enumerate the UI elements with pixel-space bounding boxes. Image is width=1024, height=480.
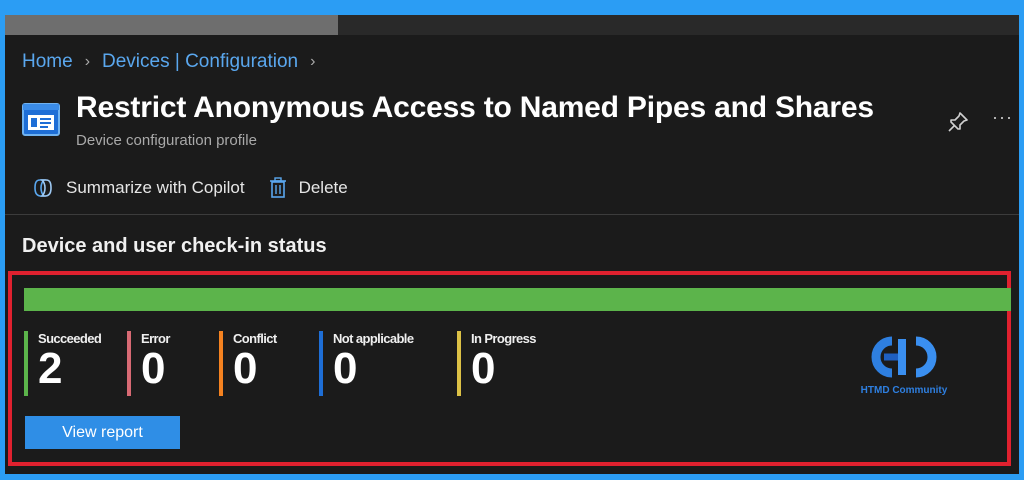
- status-stats: Succeeded 2 Error 0 Conflict 0 Not appli…: [24, 331, 567, 398]
- breadcrumb-devices-configuration[interactable]: Devices | Configuration: [102, 51, 298, 73]
- delete-label: Delete: [298, 178, 348, 197]
- page-subtitle: Device configuration profile: [76, 132, 257, 149]
- htmd-logo-icon: [871, 336, 937, 378]
- stat-error-color-bar: [127, 331, 131, 396]
- page-title: Restrict Anonymous Access to Named Pipes…: [76, 91, 874, 124]
- stat-conflict-color-bar: [219, 331, 223, 396]
- stat-error[interactable]: Error 0: [127, 331, 219, 398]
- stat-error-value: 0: [141, 344, 166, 393]
- stat-conflict[interactable]: Conflict 0: [219, 331, 319, 398]
- toolbar-divider: [5, 214, 1019, 215]
- summarize-copilot-button[interactable]: Summarize with Copilot: [32, 177, 245, 199]
- copilot-icon: [34, 179, 52, 197]
- delete-button[interactable]: Delete: [269, 177, 348, 199]
- stat-not-applicable-color-bar: [319, 331, 323, 396]
- status-progress-bar: [24, 288, 1011, 311]
- stat-succeeded-color-bar: [24, 331, 28, 396]
- stat-succeeded[interactable]: Succeeded 2: [24, 331, 127, 398]
- stat-not-applicable[interactable]: Not applicable 0: [319, 331, 457, 398]
- breadcrumb: Home › Devices | Configuration ›: [22, 51, 327, 73]
- stat-conflict-value: 0: [233, 344, 258, 393]
- more-options-icon[interactable]: ···: [992, 107, 1013, 128]
- chevron-right-icon: ›: [310, 53, 316, 70]
- checkin-status-panel: Succeeded 2 Error 0 Conflict 0 Not appli…: [8, 271, 1011, 466]
- stat-in-progress-color-bar: [457, 331, 461, 396]
- view-report-button[interactable]: View report: [25, 416, 180, 449]
- breadcrumb-home[interactable]: Home: [22, 51, 73, 73]
- stat-succeeded-value: 2: [38, 344, 63, 393]
- section-title: Device and user check-in status: [22, 235, 327, 257]
- command-bar: Summarize with Copilot Delete: [32, 177, 372, 199]
- top-strip-segment: [5, 15, 338, 35]
- stat-in-progress-value: 0: [471, 344, 496, 393]
- stat-in-progress[interactable]: In Progress 0: [457, 331, 567, 398]
- profile-icon: [22, 103, 60, 136]
- htmd-logo: HTMD Community: [854, 329, 954, 409]
- pin-icon[interactable]: [947, 111, 969, 133]
- window-top-strip: [5, 15, 1019, 35]
- app-window: Home › Devices | Configuration › Restric…: [5, 15, 1019, 474]
- htmd-logo-text: HTMD Community: [860, 385, 948, 396]
- summarize-copilot-label: Summarize with Copilot: [66, 178, 245, 197]
- chevron-right-icon: ›: [84, 53, 91, 70]
- stat-not-applicable-value: 0: [333, 344, 358, 393]
- trash-icon: [269, 177, 286, 198]
